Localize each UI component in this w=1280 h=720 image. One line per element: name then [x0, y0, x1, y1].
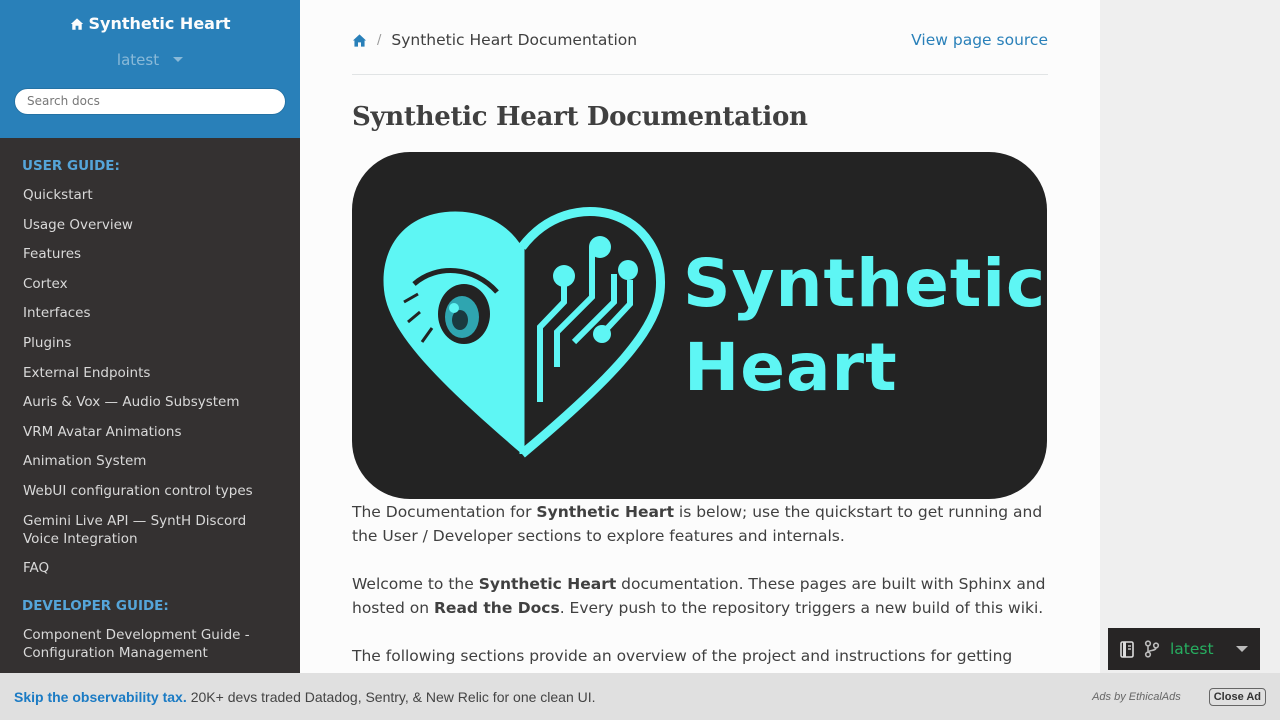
version-selector[interactable]: latest [116, 50, 184, 69]
sidebar-item-cortex[interactable]: Cortex [0, 269, 300, 299]
ad-text[interactable]: 20K+ devs traded Datadog, Sentry, & New … [191, 689, 596, 705]
sidebar-item-gemini-live-api[interactable]: Gemini Live API — SyntH Discord Voice In… [0, 506, 300, 553]
sidebar-item-animation-system[interactable]: Animation System [0, 446, 300, 476]
project-title: Synthetic Heart [88, 14, 231, 33]
ad-headline-link[interactable]: Skip the observability tax. [14, 689, 187, 705]
ad-attribution[interactable]: Ads by EthicalAds [1092, 691, 1181, 703]
nav-caption-user-guide: USER GUIDE: [22, 158, 120, 174]
home-icon [70, 17, 83, 30]
search-input[interactable] [14, 87, 286, 115]
close-ad-button[interactable]: Close Ad [1208, 687, 1266, 706]
sidebar: Synthetic Heart latest USER GUIDE: Quick… [0, 0, 300, 720]
sidebar-item-features[interactable]: Features [0, 239, 300, 269]
home-icon[interactable] [352, 33, 367, 48]
synthetic-heart-logo: Synthetic Heart [352, 152, 1047, 499]
book-icon [1120, 640, 1134, 658]
nav-list-developer-guide: Component Development Guide - Configurat… [0, 620, 300, 667]
sidebar-item-quickstart[interactable]: Quickstart [0, 180, 300, 210]
view-source-link[interactable]: View page source [911, 31, 1048, 49]
intro-paragraph: The Documentation for Synthetic Heart is… [352, 500, 1048, 548]
heart-logo-icon [383, 207, 665, 458]
main-content: / Synthetic Heart Documentation View pag… [300, 0, 1100, 673]
logo-text-line1: Synthetic [683, 245, 1047, 322]
divider [352, 74, 1048, 75]
p1-strong: Synthetic Heart [536, 503, 674, 521]
caret-down-icon [173, 57, 184, 62]
caret-down-icon [1236, 646, 1248, 652]
flyout-version-label: latest [1170, 640, 1214, 658]
project-home-link[interactable]: Synthetic Heart [70, 14, 231, 33]
breadcrumb-current: Synthetic Heart Documentation [391, 31, 638, 49]
p2-strong-project: Synthetic Heart [478, 575, 617, 593]
breadcrumb-separator: / [377, 32, 382, 48]
p1-text-a: The Documentation for [352, 503, 537, 521]
breadcrumb: / Synthetic Heart Documentation View pag… [352, 28, 1048, 52]
sidebar-header: Synthetic Heart latest [0, 0, 300, 138]
sidebar-item-external-endpoints[interactable]: External Endpoints [0, 358, 300, 388]
p2-strong-rtd: Read the Docs [434, 599, 560, 617]
version-label: latest [116, 50, 160, 69]
sidebar-item-faq[interactable]: FAQ [0, 553, 300, 583]
search-form [14, 87, 286, 115]
sidebar-nav: USER GUIDE: Quickstart Usage Overview Fe… [0, 138, 300, 667]
p2-text-a: Welcome to the [352, 575, 479, 593]
ad-banner: Skip the observability tax. 20K+ devs tr… [0, 673, 1280, 720]
welcome-paragraph: Welcome to the Synthetic Heart documenta… [352, 572, 1048, 620]
page-title: Synthetic Heart Documentation [352, 102, 808, 132]
logo-text-line2: Heart [684, 329, 898, 406]
p2-text-e: . Every push to the repository triggers … [559, 599, 1044, 617]
sidebar-item-usage-overview[interactable]: Usage Overview [0, 210, 300, 240]
git-branch-icon [1144, 640, 1160, 658]
sidebar-item-auris-vox[interactable]: Auris & Vox — Audio Subsystem [0, 387, 300, 417]
page-gutter [1100, 0, 1280, 673]
nav-list-user-guide: Quickstart Usage Overview Features Corte… [0, 180, 300, 582]
sidebar-item-interfaces[interactable]: Interfaces [0, 298, 300, 328]
sidebar-item-plugins[interactable]: Plugins [0, 328, 300, 358]
nav-caption-developer-guide: DEVELOPER GUIDE: [22, 598, 169, 615]
overview-paragraph: The following sections provide an overvi… [352, 647, 1013, 673]
version-flyout[interactable]: latest [1108, 628, 1260, 670]
sidebar-item-webui-control-types[interactable]: WebUI configuration control types [0, 476, 300, 506]
sidebar-item-vrm-avatar-animations[interactable]: VRM Avatar Animations [0, 417, 300, 447]
sidebar-item-component-dev-guide[interactable]: Component Development Guide - Configurat… [0, 620, 300, 667]
